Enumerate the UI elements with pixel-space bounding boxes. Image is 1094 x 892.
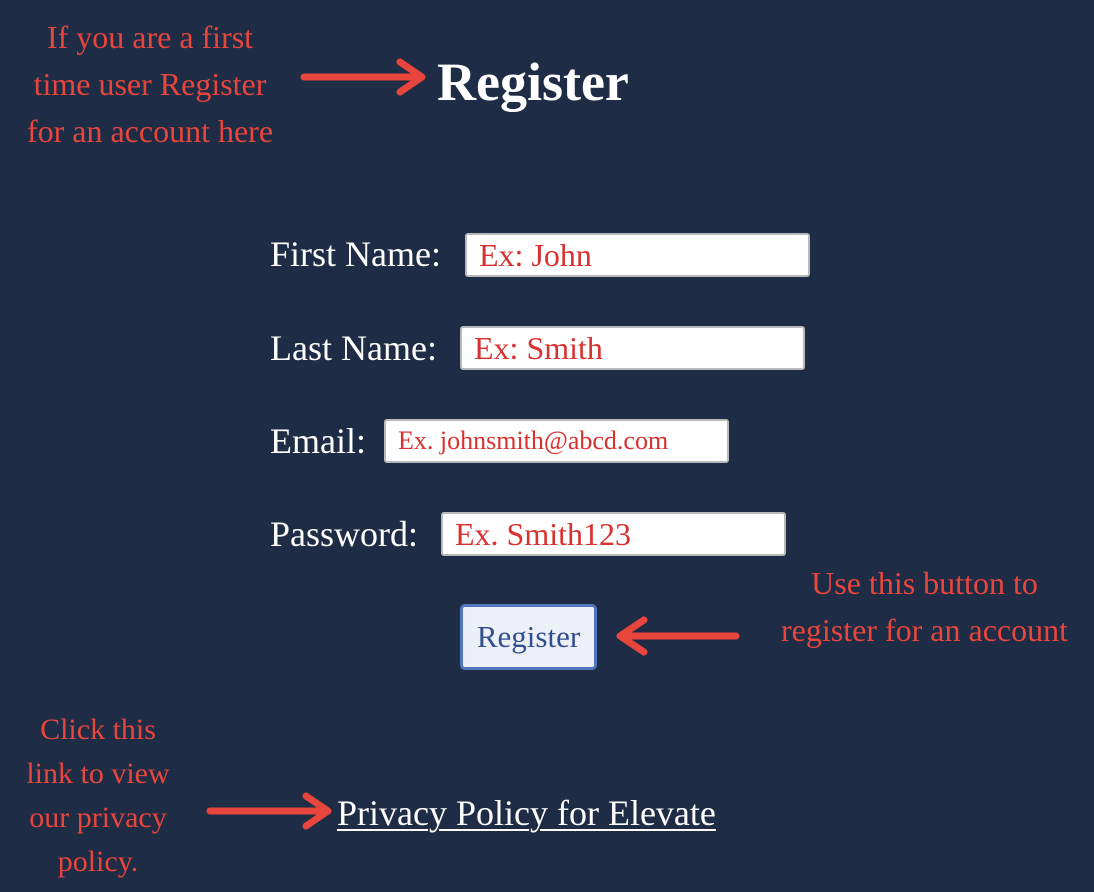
password-label: Password: xyxy=(270,514,419,554)
annotation-register-heading: If you are a first time user Register fo… xyxy=(0,14,300,155)
annotation-privacy-link: Click this link to view our privacy poli… xyxy=(0,708,196,884)
email-label: Email: xyxy=(270,421,366,461)
password-input[interactable] xyxy=(441,512,786,556)
last-name-label: Last Name: xyxy=(270,328,437,368)
annotation-register-button: Use this button to register for an accou… xyxy=(755,560,1094,654)
privacy-policy-link[interactable]: Privacy Policy for Elevate xyxy=(337,790,716,836)
annotation-line: Click this xyxy=(40,713,156,746)
arrow-left-icon xyxy=(616,616,740,656)
annotation-line: register for an account xyxy=(781,612,1068,648)
last-name-input[interactable] xyxy=(460,326,805,370)
annotation-line: link to view xyxy=(26,757,170,790)
page-title: Register xyxy=(437,52,629,112)
annotation-line: for an account here xyxy=(26,113,274,149)
annotation-line: policy. xyxy=(57,845,139,878)
register-button[interactable]: Register xyxy=(460,604,597,670)
email-input[interactable] xyxy=(384,419,729,463)
first-name-input[interactable] xyxy=(465,233,810,277)
first-name-label: First Name: xyxy=(270,234,441,274)
annotation-line: our privacy xyxy=(29,801,167,834)
annotation-line: time user Register xyxy=(33,66,267,102)
arrow-right-icon xyxy=(206,792,332,830)
annotation-line: Use this button to xyxy=(811,565,1038,601)
annotation-line: If you are a first xyxy=(46,19,254,55)
arrow-right-icon xyxy=(300,58,426,96)
